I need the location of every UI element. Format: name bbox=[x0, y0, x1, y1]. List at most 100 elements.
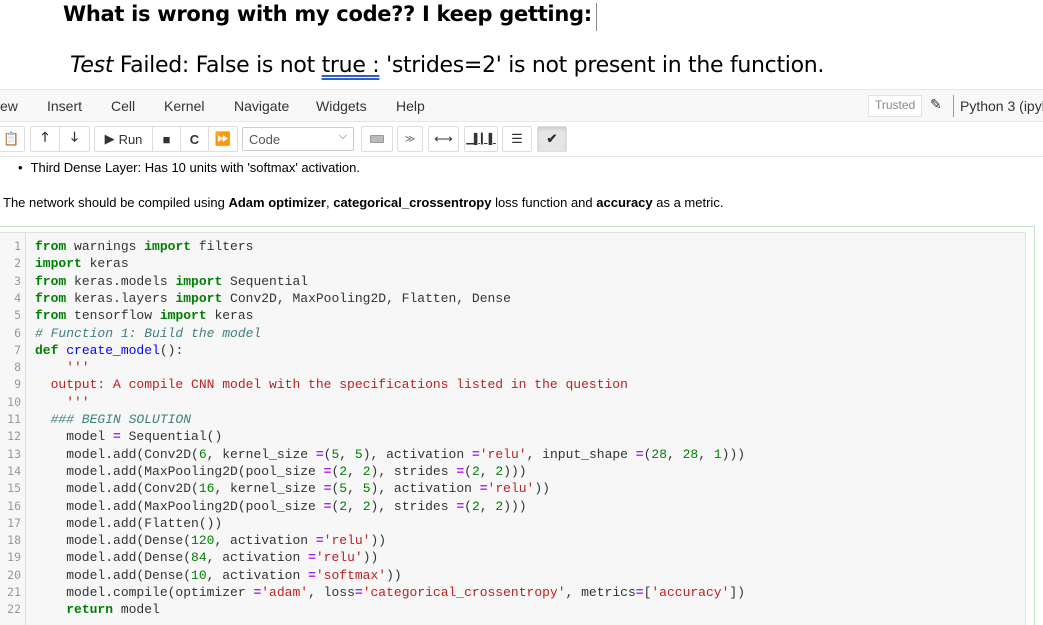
para-text: The network should be compiled using bbox=[3, 195, 229, 210]
code-line[interactable]: model.add(Conv2D(6, kernel_size =(5, 5),… bbox=[35, 446, 745, 463]
code-line[interactable]: model = Sequential() bbox=[35, 428, 222, 445]
move-down-icon: 🡓 bbox=[71, 129, 78, 144]
code-line[interactable]: model.add(Dense(10, activation ='softmax… bbox=[35, 567, 402, 584]
list-icon: ☰ bbox=[511, 131, 523, 146]
code-line[interactable]: import keras bbox=[35, 255, 129, 272]
code-line[interactable]: from warnings import filters bbox=[35, 238, 253, 255]
line-number: 10 bbox=[7, 394, 21, 409]
move-group: 🡑 🡓 bbox=[30, 126, 90, 152]
menu-insert[interactable]: Insert bbox=[47, 98, 82, 114]
code-line[interactable]: ### BEGIN SOLUTION bbox=[35, 411, 191, 428]
markdown-bullet: • Third Dense Layer: Has 10 units with 's… bbox=[18, 160, 360, 175]
line-number: 21 bbox=[7, 585, 21, 599]
para-text: as a metric. bbox=[652, 195, 724, 210]
spellcheck-button[interactable]: ✔ bbox=[538, 127, 566, 151]
run-icon: ▶ bbox=[104, 131, 115, 146]
para-bold-metric: accuracy bbox=[596, 195, 653, 210]
code-line[interactable]: from tensorflow import keras bbox=[35, 307, 253, 324]
cell-type-select[interactable]: Code ⌵ bbox=[242, 127, 354, 151]
toolbar: 📋 🡑 🡓 ▶ Run ■ C ⏩ Code ⌵ ≫ ⟷ ▁▌▎▌ ☰ ✔ bbox=[0, 122, 1043, 157]
paste-icon: 📋 bbox=[3, 131, 20, 146]
keyboard-icon bbox=[370, 135, 384, 143]
code-cell[interactable]: 1 2 3 4 5 6 7 8 9 10 11 12 13 14 15 16 17 18 19 20 21 22 from… bbox=[0, 226, 1035, 625]
menu-help[interactable]: Help bbox=[396, 98, 425, 114]
error-italic: Test bbox=[70, 53, 114, 78]
line-number: 22 bbox=[7, 602, 21, 617]
pencil-icon[interactable]: ✎ bbox=[930, 96, 942, 113]
code-line[interactable]: model.add(Dense(84, activation ='relu')) bbox=[35, 549, 378, 566]
kernel-separator bbox=[953, 95, 954, 117]
code-line[interactable]: ''' bbox=[35, 394, 89, 411]
code-line[interactable]: model.add(Flatten()) bbox=[35, 515, 222, 532]
line-number: 6 bbox=[14, 325, 21, 340]
restart-icon: C bbox=[189, 131, 200, 147]
trusted-badge[interactable]: Trusted bbox=[868, 95, 923, 117]
chart-group: ▁▌▎▌ bbox=[464, 126, 498, 152]
code-line[interactable]: return model bbox=[35, 601, 160, 618]
expand-width-button[interactable]: ⟷ bbox=[429, 127, 458, 151]
code-line[interactable]: def create_model(): bbox=[35, 342, 183, 359]
run-group: ▶ Run ■ C ⏩ bbox=[94, 126, 238, 152]
menu-widgets[interactable]: Widgets bbox=[316, 98, 367, 114]
line-number: 15 bbox=[7, 481, 21, 496]
code-line[interactable]: # Function 1: Build the model bbox=[35, 325, 261, 342]
spellcheck-group: ✔ bbox=[537, 126, 567, 152]
restart-run-all-button[interactable]: ⏩ bbox=[209, 127, 237, 151]
expand-width-icon: ⟷ bbox=[434, 131, 453, 146]
paste-button[interactable]: 📋 bbox=[0, 127, 24, 151]
chevron-down-icon: ⌵ bbox=[338, 130, 347, 142]
line-number: 8 bbox=[14, 360, 21, 375]
collapse-icon: ≫ bbox=[404, 133, 416, 145]
chart-button[interactable]: ▁▌▎▌ bbox=[465, 127, 497, 151]
toc-button[interactable]: ☰ bbox=[503, 127, 531, 151]
bullet-dot: • bbox=[18, 160, 23, 175]
menubar: ew Insert Cell Kernel Navigate Widgets H… bbox=[0, 89, 1043, 122]
error-underlined: true : bbox=[321, 53, 380, 78]
code-line[interactable]: model.add(Dense(120, activation ='relu')… bbox=[35, 532, 386, 549]
collapse-group: ≫ bbox=[397, 126, 423, 152]
move-up-icon: 🡑 bbox=[41, 129, 49, 144]
markdown-paragraph: The network should be compiled using Ada… bbox=[3, 195, 723, 210]
restart-button[interactable]: C bbox=[181, 127, 209, 151]
code-line[interactable]: model.add(MaxPooling2D(pool_size =(2, 2)… bbox=[35, 498, 526, 515]
error-part-1: Failed: False is not bbox=[113, 53, 322, 78]
run-button[interactable]: ▶ Run bbox=[95, 127, 153, 151]
menu-view[interactable]: ew bbox=[0, 98, 18, 114]
line-number: 16 bbox=[7, 498, 21, 513]
code-line[interactable]: output: A compile CNN model with the spe… bbox=[35, 376, 628, 393]
collapse-button[interactable]: ≫ bbox=[398, 127, 422, 151]
code-line[interactable]: model.compile(optimizer ='adam', loss='c… bbox=[35, 584, 745, 601]
cell-type-value: Code bbox=[249, 132, 281, 147]
line-number: 2 bbox=[14, 256, 21, 271]
line-number: 17 bbox=[7, 515, 21, 530]
line-number: 1 bbox=[14, 239, 21, 253]
interrupt-button[interactable]: ■ bbox=[153, 127, 181, 151]
clipboard-group: 📋 bbox=[0, 126, 25, 152]
line-number: 13 bbox=[7, 446, 21, 461]
code-line[interactable]: from keras.models import Sequential bbox=[35, 273, 308, 290]
code-line[interactable]: ''' bbox=[35, 359, 89, 376]
code-editor[interactable]: 1 2 3 4 5 6 7 8 9 10 11 12 13 14 15 16 17 18 19 20 21 22 from… bbox=[0, 232, 1026, 625]
code-line[interactable]: model.add(MaxPooling2D(pool_size =(2, 2)… bbox=[35, 463, 526, 480]
line-number: 14 bbox=[7, 463, 21, 478]
move-down-button[interactable]: 🡓 bbox=[60, 127, 89, 151]
menu-cell[interactable]: Cell bbox=[111, 98, 135, 114]
fast-forward-icon: ⏩ bbox=[214, 131, 232, 146]
menu-kernel[interactable]: Kernel bbox=[164, 98, 204, 114]
line-number: 11 bbox=[7, 412, 21, 426]
line-number-gutter: 1 2 3 4 5 6 7 8 9 10 11 12 13 14 15 16 17 18 19 20 21 22 bbox=[0, 233, 26, 625]
para-text: loss function and bbox=[491, 195, 597, 210]
kernel-name[interactable]: Python 3 (ipyk bbox=[960, 98, 1043, 114]
keyboard-group bbox=[361, 126, 393, 152]
stop-icon: ■ bbox=[162, 131, 171, 147]
code-line[interactable]: from keras.layers import Conv2D, MaxPool… bbox=[35, 290, 511, 307]
line-number: 4 bbox=[14, 290, 21, 305]
chart-icon: ▁▌▎▌ bbox=[466, 133, 496, 145]
move-up-button[interactable]: 🡑 bbox=[31, 127, 60, 151]
command-palette-button[interactable] bbox=[362, 127, 392, 151]
width-group: ⟷ bbox=[428, 126, 459, 152]
menu-navigate[interactable]: Navigate bbox=[234, 98, 289, 114]
code-line[interactable]: model.add(Conv2D(16, kernel_size =(5, 5)… bbox=[35, 480, 550, 497]
error-message: Test Failed: False is not true : 'stride… bbox=[70, 53, 824, 78]
line-number: 9 bbox=[14, 377, 21, 392]
